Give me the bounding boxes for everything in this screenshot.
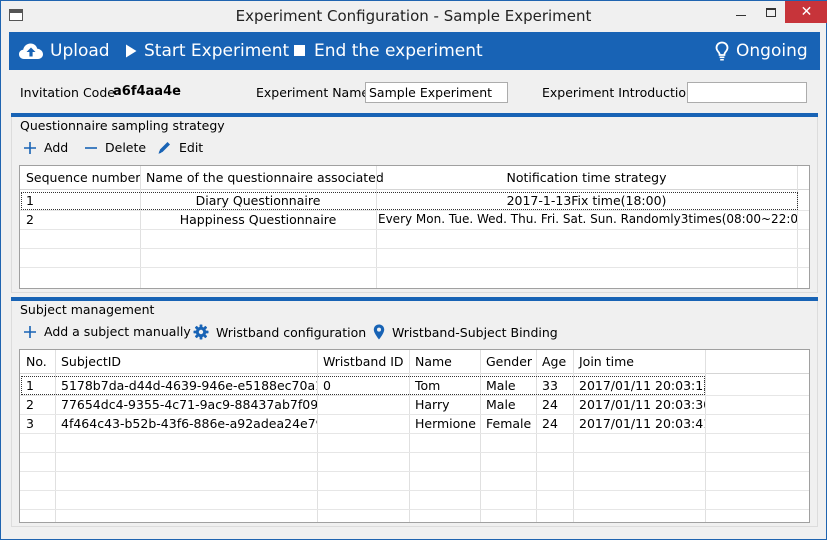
no-cell: 1 xyxy=(26,378,34,393)
column-header-sequence[interactable]: Sequence number xyxy=(20,166,140,190)
age-cell: 33 xyxy=(542,378,558,393)
row-divider xyxy=(20,452,809,453)
subjects-table: No. SubjectID Wristband ID Name Gender A… xyxy=(19,349,810,523)
row-divider xyxy=(20,509,809,510)
row-divider xyxy=(20,248,809,249)
maximize-button[interactable] xyxy=(757,1,785,23)
questionnaire-section-title: Questionnaire sampling strategy xyxy=(20,118,225,133)
stop-icon xyxy=(294,45,305,56)
close-button[interactable]: ✕ xyxy=(785,1,827,23)
join-time-cell: 2017/01/11 20:03:30 xyxy=(579,397,705,412)
status-indicator: Ongoing xyxy=(715,32,808,70)
upload-button[interactable]: Upload xyxy=(19,32,110,70)
questionnaire-name-cell: Happiness Questionnaire xyxy=(179,212,337,227)
column-header-join-time[interactable]: Join time xyxy=(573,350,705,374)
map-pin-icon xyxy=(373,324,385,340)
minimize-icon xyxy=(736,14,746,16)
notification-strategy-cell: Every Mon. Tue. Wed. Thu. Fri. Sat. Sun.… xyxy=(378,212,797,226)
no-cell: 3 xyxy=(26,416,34,431)
column-divider xyxy=(797,166,798,288)
sequence-cell: 2 xyxy=(26,212,34,227)
status-label: Ongoing xyxy=(736,41,808,61)
start-experiment-button[interactable]: Start Experiment xyxy=(125,32,289,70)
row-divider xyxy=(20,471,809,472)
experiment-introduction-label: Experiment Introduction xyxy=(542,85,694,100)
sequence-cell: 1 xyxy=(26,193,34,208)
gear-icon xyxy=(193,324,209,340)
no-cell: 2 xyxy=(26,397,34,412)
row-divider xyxy=(20,490,809,491)
wristband-id-cell: 0 xyxy=(323,378,331,393)
notification-strategy-cell: 2017-1-13Fix time(18:00) xyxy=(506,193,667,208)
play-icon xyxy=(126,44,137,58)
add-questionnaire-label: Add xyxy=(44,140,69,155)
row-divider xyxy=(20,229,809,230)
maximize-icon xyxy=(766,7,776,17)
delete-questionnaire-label: Delete xyxy=(105,140,147,155)
subject-id-cell: 4f464c43-b52b-43f6-886e-a92adea24e79 xyxy=(61,416,317,431)
gender-cell: Male xyxy=(486,397,516,412)
gender-cell: Female xyxy=(486,416,532,431)
edit-questionnaire-label: Edit xyxy=(179,140,204,155)
title-bar: Experiment Configuration - Sample Experi… xyxy=(1,1,827,32)
name-cell: Tom xyxy=(415,378,441,393)
plus-icon xyxy=(24,325,36,338)
age-cell: 24 xyxy=(542,397,558,412)
subjects-section-title: Subject management xyxy=(20,302,155,317)
edit-questionnaire-button[interactable]: Edit xyxy=(157,140,203,155)
subject-id-cell: 77654dc4-9355-4c71-9ac9-88437ab7f09f xyxy=(61,397,317,412)
lightbulb-icon xyxy=(715,41,729,61)
main-toolbar: Upload Start Experiment End the experime… xyxy=(9,32,820,70)
add-subject-label: Add a subject manually xyxy=(44,324,191,339)
start-experiment-label: Start Experiment xyxy=(144,41,290,61)
name-cell: Harry xyxy=(415,397,450,412)
plus-icon xyxy=(24,141,36,154)
end-experiment-label: End the experiment xyxy=(314,41,483,61)
row-divider xyxy=(20,267,809,268)
wristband-id-cell xyxy=(317,395,409,414)
experiment-name-field[interactable] xyxy=(365,82,508,103)
age-cell: 24 xyxy=(542,416,558,431)
minus-icon xyxy=(85,146,97,149)
column-divider xyxy=(705,350,706,522)
gender-cell: Male xyxy=(486,378,516,393)
minimize-button[interactable] xyxy=(727,1,755,23)
invitation-code-value: a6f4aa4e xyxy=(113,84,181,99)
cloud-upload-icon xyxy=(19,43,43,59)
row-divider xyxy=(20,433,809,434)
subject-id-cell: 5178b7da-d44d-4639-946e-e5188ec70a19 xyxy=(61,378,317,393)
wristband-configuration-label: Wristband configuration xyxy=(216,324,367,340)
join-time-cell: 2017/01/11 20:03:41 xyxy=(579,416,705,431)
wristband-configuration-button[interactable]: Wristband configuration xyxy=(193,324,366,340)
questionnaire-table: Sequence number Name of the questionnair… xyxy=(19,165,810,289)
upload-label: Upload xyxy=(50,41,110,61)
pencil-icon xyxy=(158,142,170,154)
subjects-table-header: No. SubjectID Wristband ID Name Gender A… xyxy=(20,350,809,374)
add-questionnaire-button[interactable]: Add xyxy=(23,140,68,155)
name-cell: Hermione xyxy=(415,416,476,431)
column-header-name[interactable]: Name xyxy=(409,350,480,374)
app-window: Experiment Configuration - Sample Experi… xyxy=(0,0,827,540)
close-icon: ✕ xyxy=(800,4,813,20)
column-header-notification-strategy[interactable]: Notification time strategy xyxy=(376,166,797,190)
end-experiment-button[interactable]: End the experiment xyxy=(293,32,483,70)
wristband-id-cell xyxy=(317,414,409,433)
add-subject-button[interactable]: Add a subject manually xyxy=(23,324,191,339)
questionnaire-table-header: Sequence number Name of the questionnair… xyxy=(20,166,809,190)
questionnaire-name-cell: Diary Questionnaire xyxy=(195,193,321,208)
column-header-subject-id[interactable]: SubjectID xyxy=(55,350,317,374)
column-header-questionnaire-name[interactable]: Name of the questionnaire associated xyxy=(140,166,384,190)
invitation-code-label: Invitation Code xyxy=(20,85,115,100)
experiment-name-label: Experiment Name xyxy=(256,85,370,100)
join-time-cell: 2017/01/11 20:03:13 xyxy=(579,378,705,393)
column-header-gender[interactable]: Gender xyxy=(480,350,536,374)
wristband-binding-button[interactable]: Wristband-Subject Binding xyxy=(373,324,558,340)
column-header-age[interactable]: Age xyxy=(536,350,573,374)
experiment-introduction-field[interactable] xyxy=(687,82,807,103)
wristband-binding-label: Wristband-Subject Binding xyxy=(392,324,558,340)
column-header-wristband-id[interactable]: Wristband ID xyxy=(317,350,409,374)
column-header-no[interactable]: No. xyxy=(20,350,55,374)
window-title: Experiment Configuration - Sample Experi… xyxy=(235,7,592,25)
delete-questionnaire-button[interactable]: Delete xyxy=(84,140,146,155)
